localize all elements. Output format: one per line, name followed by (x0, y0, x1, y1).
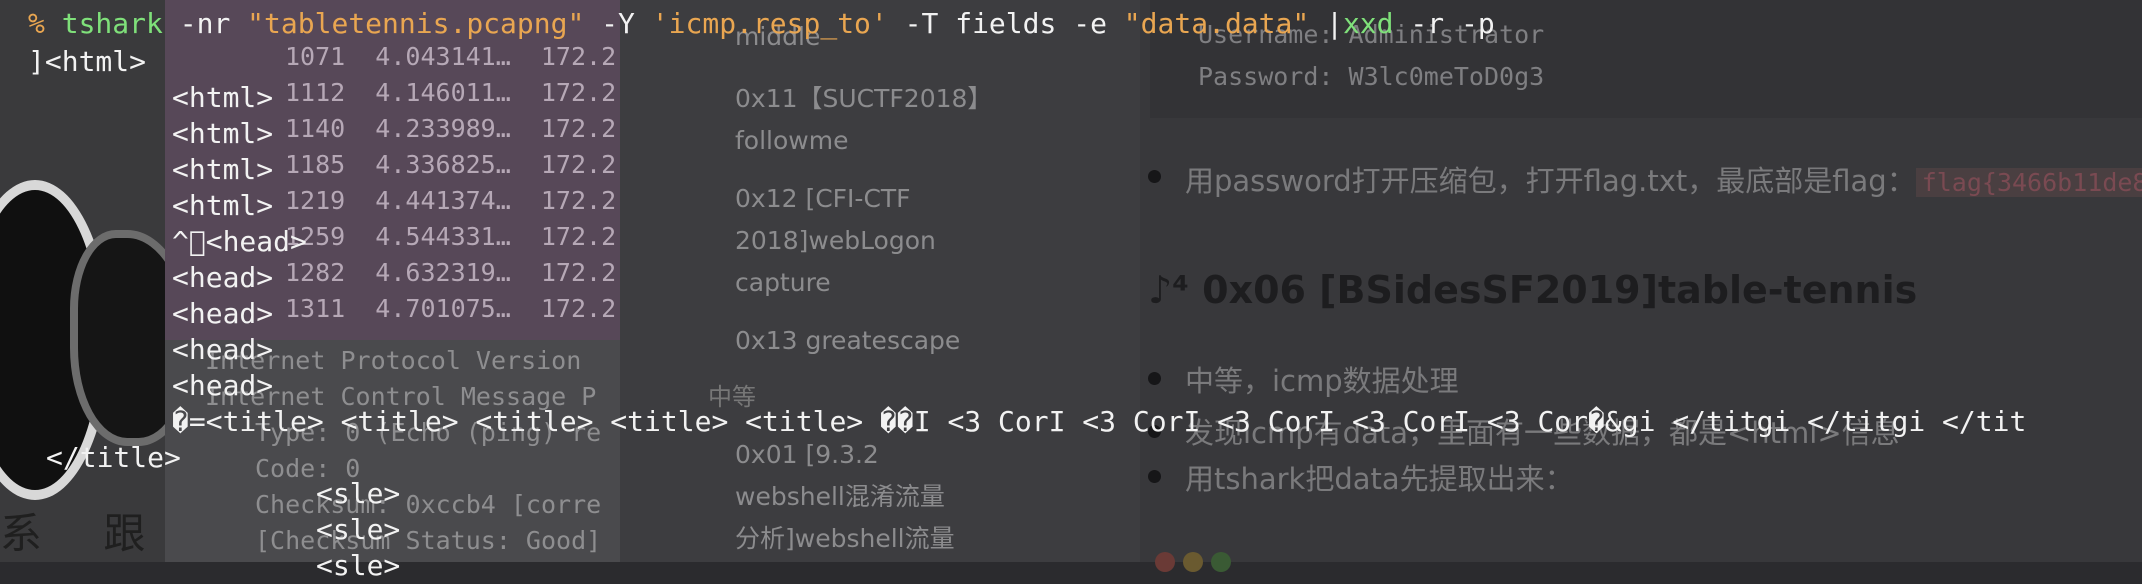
toc-item[interactable]: 0x11【SUCTF2018】 (735, 78, 1035, 120)
window-dot-green (1211, 552, 1231, 572)
shell-prompt: % (28, 7, 45, 40)
command-field: "data.data" (1123, 7, 1310, 40)
section-heading: ♪⁴ 0x06 [BSidesSF2019]table-tennis (1148, 268, 1918, 312)
terminal-output-line: <html> (172, 81, 274, 114)
terminal-output-line: <head> (172, 261, 274, 294)
terminal-output-line: ^ <head> (172, 225, 307, 258)
terminal-output-line: <head> (172, 369, 274, 402)
terminal-output-line: �=<title> <title> <title> <title> <title… (172, 405, 2027, 438)
terminal-output-line: <sle> (316, 549, 401, 582)
packet-row[interactable]: 1071 4.043141… 172.2 (285, 42, 616, 71)
packet-row[interactable]: 1259 4.544331… 172.2 (285, 222, 616, 251)
flag-code: flag{3466b11de8 (1915, 168, 2142, 197)
bullet-dot (1148, 372, 1161, 385)
toc-item[interactable]: 0x12 [CFI-CTF (735, 178, 1035, 220)
content-paragraph: 中等，icmp数据处理 (1185, 364, 1459, 398)
command-pipe: | (1309, 7, 1343, 40)
toc-item[interactable]: 0x01 [9.3.2 (735, 434, 1035, 476)
content-paragraph: 用password打开压缩包，打开flag.txt，最底部是flag： flag{… (1185, 158, 2142, 200)
terminal-output-line: <html> (172, 153, 274, 186)
toc-item[interactable]: followme (735, 120, 1035, 162)
window-dot-red (1155, 552, 1175, 572)
toc-item[interactable]: 分析]webshell流量 (735, 518, 1035, 560)
toc-item[interactable]: 2018]webLogon (735, 220, 1035, 262)
toc-item[interactable]: webshell混淆流量 (735, 476, 1035, 518)
command-filter: 'icmp.resp_to' (651, 7, 888, 40)
terminal-output-line: <head> (172, 333, 274, 366)
terminal-output-line: </title> (46, 441, 181, 474)
command-arg: -T fields -e (887, 7, 1124, 40)
terminal-output-line: ]<html> (28, 45, 147, 78)
detail-line: Checksum: 0xccb4 [corre (255, 490, 602, 519)
toc-item[interactable]: capture (735, 262, 1035, 304)
terminal-output-line: <html> (172, 117, 274, 150)
command-arg: -nr (162, 7, 248, 40)
command-arg: -Y (584, 7, 652, 40)
packet-row[interactable]: 1282 4.632319… 172.2 (285, 258, 616, 287)
window-dot-yellow (1183, 552, 1203, 572)
terminal-output-line: <sle> (316, 513, 401, 546)
packet-row[interactable]: 1185 4.336825… 172.2 (285, 150, 616, 179)
command-arg: -r -p (1393, 7, 1495, 40)
bullet-dot (1148, 470, 1161, 483)
code-line: Password: W3lc0meToD0g3 (1198, 62, 1545, 91)
content-paragraph: 用tshark把data先提取出来： (1185, 462, 1574, 496)
terminal-command-line[interactable]: % tshark -nr "tabletennis.pcapng" -Y 'ic… (28, 6, 1495, 42)
bullet-dot (1148, 170, 1161, 183)
packet-row[interactable]: 1140 4.233989… 172.2 (285, 114, 616, 143)
paragraph-text: 用password打开压缩包，打开flag.txt，最底部是flag： (1185, 164, 1916, 198)
packet-row[interactable]: 1112 4.146011… 172.2 (285, 78, 616, 107)
toc-item[interactable]: 0x13 greatescape (735, 320, 1035, 362)
detail-line: [Checksum Status: Good] (255, 526, 602, 555)
terminal-output-line: <sle> (316, 477, 401, 510)
command-file: "tabletennis.pcapng" (247, 7, 585, 40)
terminal-output-line: <head> (172, 297, 274, 330)
terminal-output-line: <html> (172, 189, 274, 222)
packet-row[interactable]: 1219 4.441374… 172.2 (285, 186, 616, 215)
packet-row[interactable]: 1311 4.701075… 172.2 (285, 294, 616, 323)
command-xxd: xxd (1342, 7, 1394, 40)
background-photo (0, 0, 196, 562)
command-name: tshark (61, 7, 163, 40)
